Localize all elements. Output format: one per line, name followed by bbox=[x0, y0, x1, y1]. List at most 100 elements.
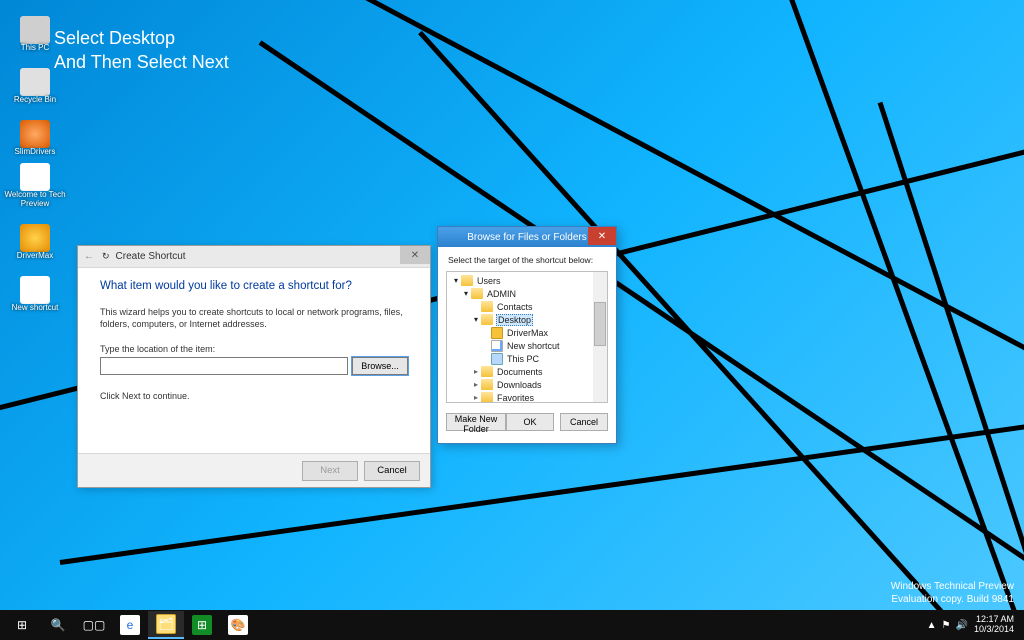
store-icon: ⊞ bbox=[192, 615, 212, 635]
desktop-icon-glyph bbox=[20, 120, 50, 148]
desktop-icon-glyph bbox=[20, 163, 50, 191]
browse-footer: Make New Folder OK Cancel bbox=[438, 409, 616, 435]
link-icon bbox=[491, 340, 503, 351]
tree-item-label: Favorites bbox=[496, 393, 535, 403]
desktop-icon-glyph bbox=[20, 68, 50, 96]
expand-arrow-icon[interactable]: ▾ bbox=[471, 315, 481, 324]
folder-tree: ▾ Users ▾ ADMIN Contacts ▾ Desktop DriverMax New… bbox=[447, 272, 607, 403]
tray-icon-0[interactable]: ▲ bbox=[927, 620, 937, 631]
task-view-icon: ▢▢ bbox=[84, 615, 104, 635]
desktop-icon-label: DriverMax bbox=[17, 252, 53, 260]
desktop-icon-glyph bbox=[20, 276, 50, 304]
desktop-icon-welcome-to-tech-preview[interactable]: Welcome to Tech Preview bbox=[2, 158, 68, 208]
desktop-icon-slimdrivers[interactable]: SlimDrivers bbox=[2, 106, 68, 156]
tree-item-favorites[interactable]: ▸ Favorites bbox=[449, 391, 607, 403]
wizard-footer: Next Cancel bbox=[78, 453, 430, 487]
wizard-hint: Click Next to continue. bbox=[100, 391, 408, 401]
desktop-icon-label: Welcome to Tech Preview bbox=[3, 191, 67, 208]
taskbar-store-button[interactable]: ⊞ bbox=[184, 611, 220, 639]
search-icon: 🔍 bbox=[48, 615, 68, 635]
paint-icon: 🎨 bbox=[228, 615, 248, 635]
windows-watermark: Windows Technical Preview Evaluation cop… bbox=[891, 581, 1014, 606]
tree-item-documents[interactable]: ▸Documents bbox=[449, 365, 607, 378]
taskbar-paint-button[interactable]: 🎨 bbox=[220, 611, 256, 639]
ok-button[interactable]: OK bbox=[506, 413, 554, 431]
wizard-description: This wizard helps you to create shortcut… bbox=[100, 306, 408, 330]
next-button[interactable]: Next bbox=[302, 461, 358, 481]
tree-item-new-shortcut[interactable]: New shortcut bbox=[449, 339, 607, 352]
expand-arrow-icon[interactable]: ▸ bbox=[471, 393, 481, 402]
browse-title: Browse for Files or Folders bbox=[467, 232, 586, 243]
overlay-instructions: Select Desktop And Then Select Next bbox=[54, 26, 229, 75]
taskbar: ⊞ 🔍 ▢▢ e 🗂 ⊞ 🎨 ▲ ⚑ 🔊 12:17 AM10/3/2014 bbox=[0, 610, 1024, 640]
tray-icon-1[interactable]: ⚑ bbox=[942, 620, 951, 631]
desktop-icon-glyph bbox=[20, 224, 50, 252]
scrollbar-thumb[interactable] bbox=[594, 302, 606, 346]
expand-arrow-icon[interactable]: ▸ bbox=[471, 367, 481, 376]
desktop-icon-glyph bbox=[20, 16, 50, 44]
wizard-titlebar[interactable]: ← ↻ Create Shortcut ✕ bbox=[78, 246, 430, 268]
instruction-line-1: Select Desktop bbox=[54, 26, 229, 50]
file-explorer-icon: 🗂 bbox=[156, 614, 176, 634]
tree-item-users[interactable]: ▾ Users bbox=[449, 274, 607, 287]
desktop-icon-label: SlimDrivers bbox=[15, 148, 56, 156]
tree-scrollbar[interactable] bbox=[593, 272, 607, 402]
expand-arrow-icon[interactable]: ▾ bbox=[461, 289, 471, 298]
browse-titlebar[interactable]: Browse for Files or Folders ✕ bbox=[438, 227, 616, 247]
tray-icon-2[interactable]: 🔊 bbox=[956, 620, 968, 631]
back-icon[interactable]: ← bbox=[82, 251, 96, 262]
instruction-line-2: And Then Select Next bbox=[54, 50, 229, 74]
location-input[interactable] bbox=[100, 357, 348, 375]
cancel-button[interactable]: Cancel bbox=[560, 413, 608, 431]
taskbar-file-explorer-button[interactable]: 🗂 bbox=[148, 611, 184, 639]
folder-tree-container: ▾ Users ▾ ADMIN Contacts ▾ Desktop DriverMax New… bbox=[446, 271, 608, 403]
tree-item-label: Desktop bbox=[496, 314, 533, 326]
close-icon[interactable]: ✕ bbox=[588, 227, 616, 245]
tree-item-label: ADMIN bbox=[486, 289, 517, 299]
tree-item-desktop[interactable]: ▾ Desktop bbox=[449, 313, 607, 326]
desktop-icon-new-shortcut[interactable]: New shortcut bbox=[2, 262, 68, 312]
clock-date: 10/3/2014 bbox=[974, 625, 1014, 635]
tree-item-this-pc[interactable]: This PC bbox=[449, 352, 607, 365]
create-shortcut-window: ← ↻ Create Shortcut ✕ What item would yo… bbox=[77, 245, 431, 488]
desktop-icon-label: New shortcut bbox=[12, 304, 59, 312]
close-icon[interactable]: ✕ bbox=[400, 246, 430, 264]
folder-icon bbox=[481, 301, 493, 312]
make-new-folder-button[interactable]: Make New Folder bbox=[446, 413, 506, 431]
expand-arrow-icon[interactable]: ▾ bbox=[451, 276, 461, 285]
tree-item-label: Contacts bbox=[496, 302, 534, 312]
browse-button[interactable]: Browse... bbox=[352, 357, 408, 375]
folder-icon bbox=[481, 314, 493, 325]
desktop-icon-label: This PC bbox=[21, 44, 49, 52]
tree-item-contacts[interactable]: Contacts bbox=[449, 300, 607, 313]
taskbar-task-view-button[interactable]: ▢▢ bbox=[76, 611, 112, 639]
cancel-button[interactable]: Cancel bbox=[364, 461, 420, 481]
taskbar-start-button[interactable]: ⊞ bbox=[4, 611, 40, 639]
browse-instruction: Select the target of the shortcut below: bbox=[438, 247, 616, 271]
folder-icon bbox=[461, 275, 473, 286]
taskbar-clock[interactable]: 12:17 AM10/3/2014 bbox=[974, 615, 1014, 635]
system-tray: ▲ ⚑ 🔊 12:17 AM10/3/2014 bbox=[927, 615, 1020, 635]
desktop-icon-drivermax[interactable]: DriverMax bbox=[2, 210, 68, 260]
watermark-line-1: Windows Technical Preview bbox=[891, 581, 1014, 594]
tree-item-label: Users bbox=[476, 276, 502, 286]
expand-arrow-icon[interactable]: ▸ bbox=[471, 380, 481, 389]
tree-item-drivermax[interactable]: DriverMax bbox=[449, 326, 607, 339]
taskbar-search-button[interactable]: 🔍 bbox=[40, 611, 76, 639]
browse-dialog: Browse for Files or Folders ✕ Select the… bbox=[437, 226, 617, 444]
folder-icon bbox=[481, 392, 493, 403]
tree-item-label: DriverMax bbox=[506, 328, 549, 338]
wizard-body: What item would you like to create a sho… bbox=[78, 268, 430, 453]
start-icon: ⊞ bbox=[12, 615, 32, 635]
wizard-title: Create Shortcut bbox=[116, 251, 186, 262]
location-label: Type the location of the item: bbox=[100, 344, 408, 354]
taskbar-ie-button[interactable]: e bbox=[112, 611, 148, 639]
ie-icon: e bbox=[120, 615, 140, 635]
folder-icon bbox=[481, 379, 493, 390]
wizard-heading: What item would you like to create a sho… bbox=[100, 280, 408, 292]
tree-item-label: New shortcut bbox=[506, 341, 561, 351]
tree-item-downloads[interactable]: ▸ Downloads bbox=[449, 378, 607, 391]
tree-item-admin[interactable]: ▾ ADMIN bbox=[449, 287, 607, 300]
pc-icon bbox=[491, 353, 503, 364]
tree-item-label: Downloads bbox=[496, 380, 543, 390]
